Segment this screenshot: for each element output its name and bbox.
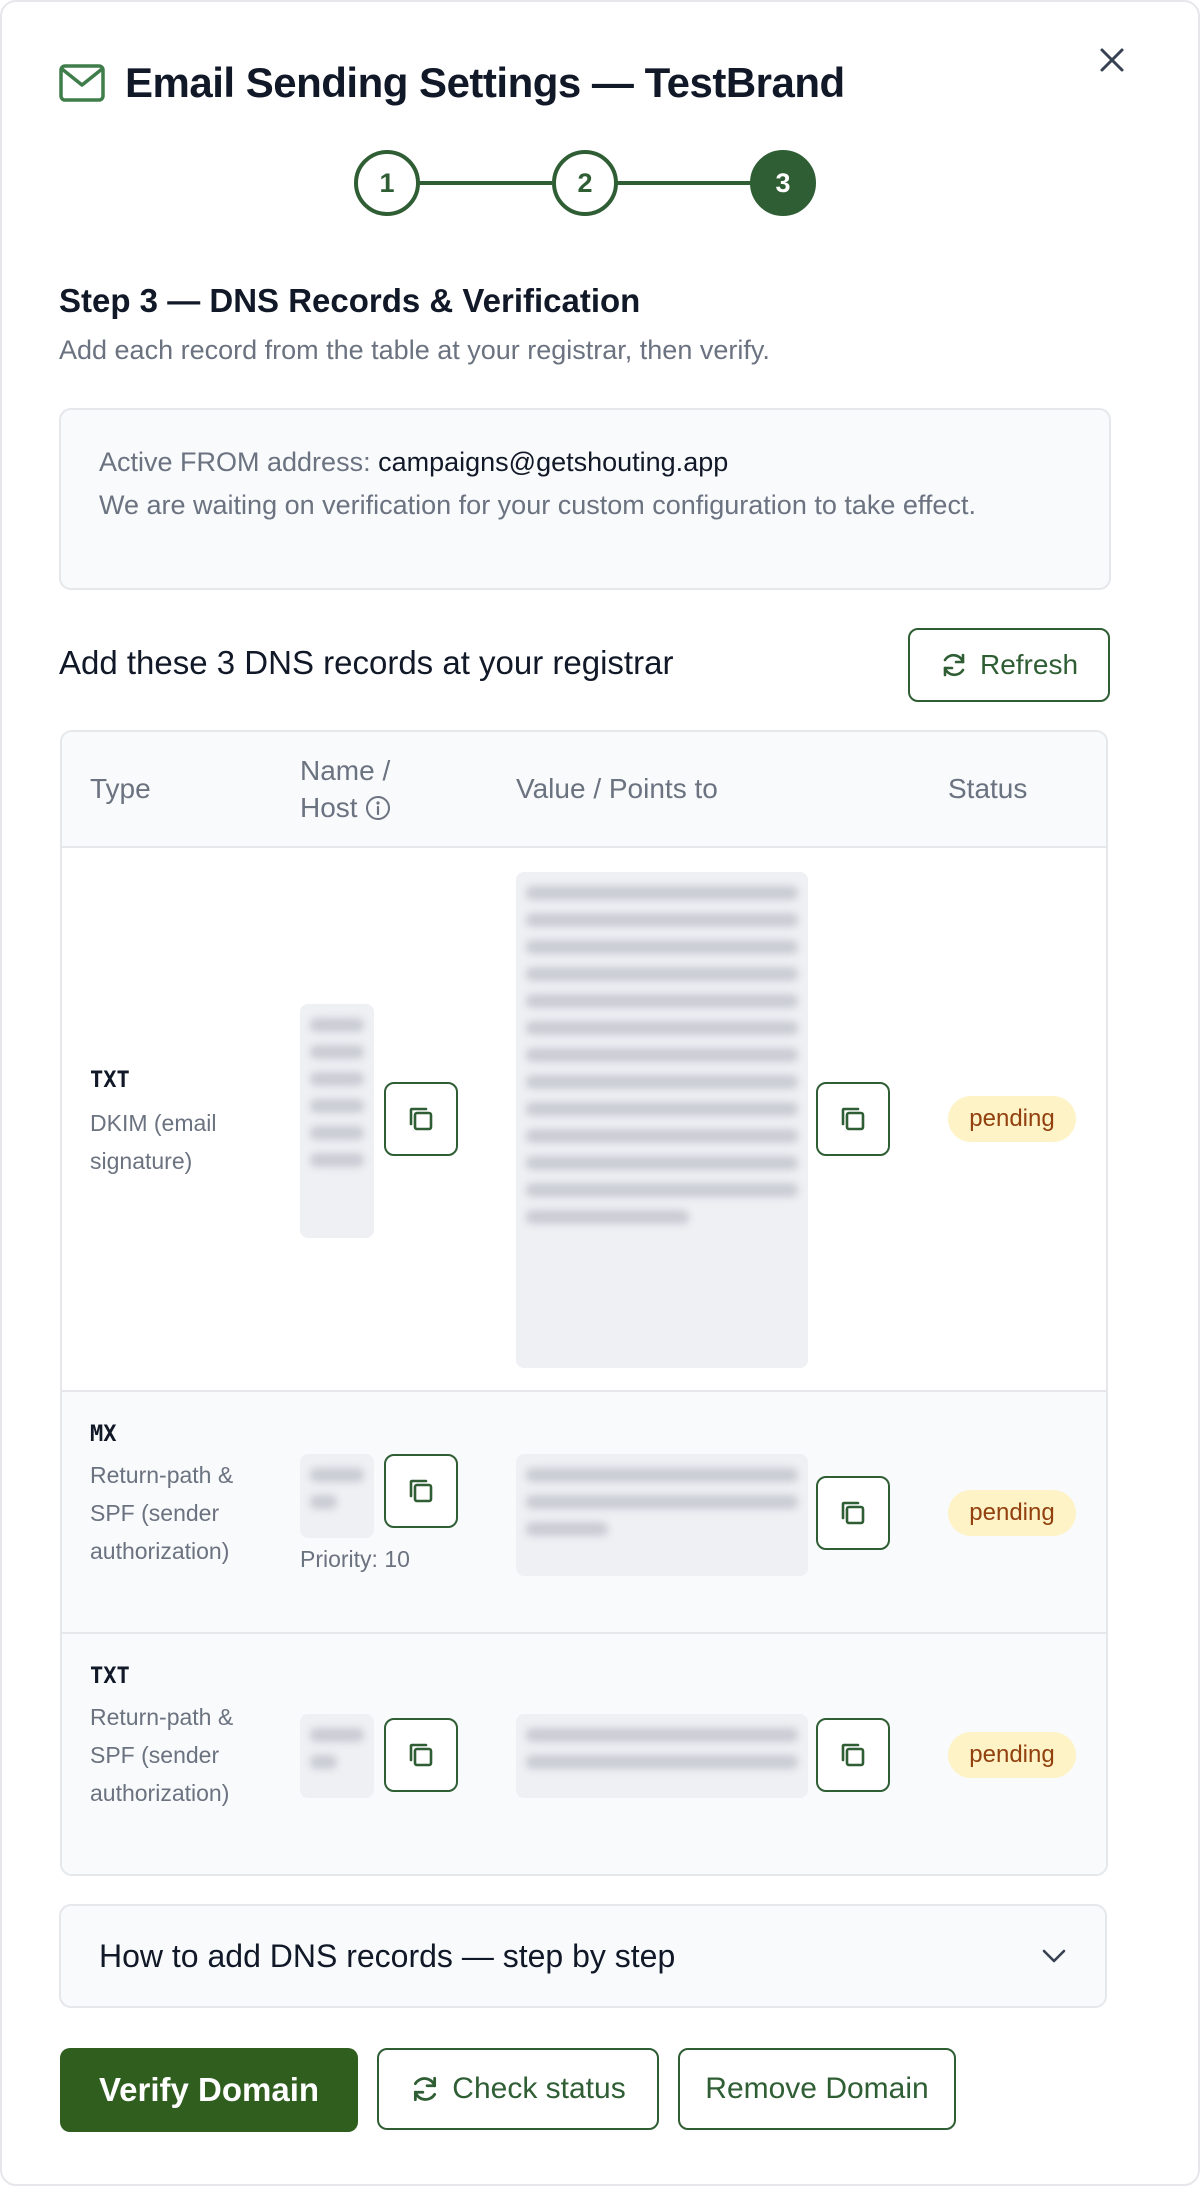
status-badge: pending [948,1096,1076,1142]
status-badge: pending [948,1490,1076,1536]
record-description: Return-path & SPF (sender authorization) [90,1462,234,1564]
record-value-redacted [516,872,808,1368]
modal-header: Email Sending Settings — TestBrand [59,59,845,107]
column-header-value: Value / Points to [516,773,718,804]
verification-message: We are waiting on verification for your … [99,490,976,520]
record-type: MX [90,1422,117,1447]
status-badge: pending [948,1732,1076,1778]
step-3-active: 3 [750,150,816,216]
refresh-icon [943,653,965,677]
chevron-down-icon [1042,1949,1066,1963]
table-header: Type Name / Host Value / Points to Statu… [62,732,1106,848]
email-settings-modal: Email Sending Settings — TestBrand 1 2 3… [0,0,1200,2186]
step-connector [616,181,752,185]
step-1: 1 [354,150,420,216]
from-address-line: Active FROM address: campaigns@getshouti… [99,442,1071,482]
column-header-status: Status [948,773,1028,804]
info-icon[interactable] [365,795,391,821]
record-value-redacted [516,1714,808,1798]
check-status-label: Check status [452,2072,626,2105]
records-title: Add these 3 DNS records at your registra… [59,644,674,681]
copy-value-button[interactable] [816,1476,890,1550]
record-type: TXT [90,1068,130,1093]
step-2: 2 [552,150,618,216]
dns-records-table: Type Name / Host Value / Points to Statu… [60,730,1108,1876]
table-row: MX Return-path & SPF (sender authorizati… [62,1392,1106,1634]
copy-icon [409,1107,433,1131]
close-button[interactable] [1092,40,1132,80]
column-header-type: Type [90,773,151,804]
verify-domain-button[interactable]: Verify Domain [60,2048,358,2132]
step-subtitle: Add each record from the table at your r… [59,335,770,365]
record-description: DKIM (email signature) [90,1110,217,1174]
table-row: TXT Return-path & SPF (sender authorizat… [62,1634,1106,1874]
copy-name-button[interactable] [384,1454,458,1528]
remove-domain-button[interactable]: Remove Domain [678,2048,956,2130]
dns-help-accordion[interactable]: How to add DNS records — step by step [59,1904,1107,2008]
record-description: Return-path & SPF (sender authorization) [90,1704,234,1806]
from-address-label: Active FROM address: [99,447,371,477]
record-value-redacted [516,1454,808,1576]
record-priority: Priority: 10 [300,1546,410,1572]
copy-icon [409,1743,433,1767]
record-type: TXT [90,1664,130,1689]
close-icon [1100,48,1124,72]
record-name-redacted [300,1454,374,1538]
refresh-icon [414,2076,437,2102]
step-title: Step 3 — DNS Records & Verification [59,282,641,319]
refresh-label: Refresh [979,649,1079,680]
from-address-value: campaigns@getshouting.app [378,447,729,477]
copy-icon [409,1479,433,1503]
copy-name-button[interactable] [384,1718,458,1792]
refresh-button[interactable]: Refresh [908,628,1110,702]
step-connector [418,181,552,185]
record-name-redacted [300,1004,374,1238]
record-name-redacted [300,1714,374,1798]
copy-icon [841,1743,865,1767]
from-address-info-box: Active FROM address: campaigns@getshouti… [59,408,1111,590]
copy-icon [841,1107,865,1131]
copy-name-button[interactable] [384,1082,458,1156]
mail-icon [59,63,105,103]
check-status-button[interactable]: Check status [377,2048,659,2130]
progress-stepper: 1 2 3 [354,150,816,216]
copy-value-button[interactable] [816,1718,890,1792]
table-row: TXT DKIM (email signature) pending [62,848,1106,1392]
column-header-name: Name / Host [300,752,410,826]
modal-title: Email Sending Settings — TestBrand [125,59,845,106]
accordion-label: How to add DNS records — step by step [99,1937,676,1974]
copy-icon [841,1501,865,1525]
copy-value-button[interactable] [816,1082,890,1156]
